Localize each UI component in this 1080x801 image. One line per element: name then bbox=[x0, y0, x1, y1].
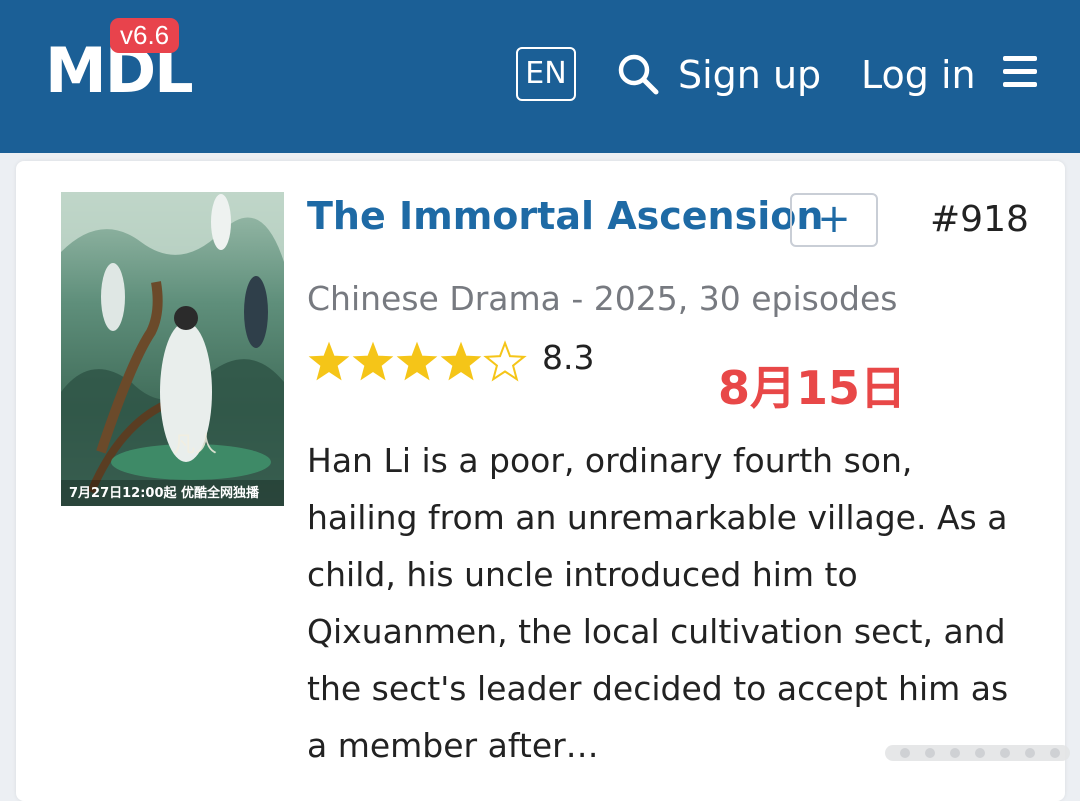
ranking-number: #918 bbox=[930, 199, 1029, 240]
star-filled-icon bbox=[308, 341, 350, 381]
sign-up-link[interactable]: Sign up bbox=[678, 50, 821, 100]
search-icon[interactable] bbox=[616, 52, 660, 96]
menu-bar bbox=[1003, 82, 1037, 87]
star-filled-icon bbox=[352, 341, 394, 381]
star-filled-icon bbox=[440, 341, 482, 381]
version-badge: v6.6 bbox=[110, 18, 180, 53]
hamburger-menu-icon[interactable] bbox=[1003, 56, 1037, 88]
menu-bar bbox=[1003, 69, 1037, 74]
poster-caption: 7月27日12:00起 优酷全网独播 bbox=[69, 485, 260, 501]
svg-text:凡人: 凡人 bbox=[173, 433, 217, 458]
release-date-annotation: 8月15日 bbox=[718, 361, 907, 415]
rating-score: 8.3 bbox=[542, 338, 595, 377]
menu-bar bbox=[1003, 56, 1037, 61]
top-navbar: MDL v6.6 EN Sign up Log in bbox=[0, 0, 1080, 153]
star-filled-icon bbox=[396, 341, 438, 381]
drama-synopsis: Han Li is a poor, ordinary fourth son, h… bbox=[307, 441, 1009, 765]
drama-meta: Chinese Drama - 2025, 30 episodes bbox=[307, 279, 898, 318]
language-button[interactable]: EN bbox=[516, 47, 576, 101]
rating-stars bbox=[308, 340, 527, 382]
drama-title-link[interactable]: The Immortal Ascension bbox=[307, 190, 823, 242]
star-empty-icon bbox=[483, 340, 527, 382]
drama-poster[interactable]: 凡人 7月27日12:00起 优酷全网独播 bbox=[61, 192, 284, 506]
add-to-list-button[interactable]: + bbox=[790, 193, 878, 247]
log-in-link[interactable]: Log in bbox=[861, 50, 976, 100]
watermark-dots bbox=[885, 745, 1070, 761]
